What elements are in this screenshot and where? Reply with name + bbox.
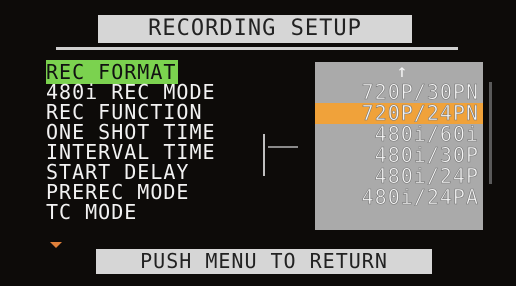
menu-separator: [263, 134, 265, 176]
menu-item-prerec-mode[interactable]: PREREC MODE: [46, 182, 286, 202]
option-480i-24pa[interactable]: 480i/24PA: [315, 186, 483, 208]
menu-item-rec-format[interactable]: REC FORMAT: [46, 60, 286, 84]
option-scrollbar[interactable]: [489, 82, 492, 184]
menu-item-interval-time[interactable]: INTERVAL TIME: [46, 142, 286, 162]
option-720p-30pn[interactable]: 720P/30PN: [315, 81, 483, 103]
menu-item-start-delay[interactable]: START DELAY: [46, 162, 286, 182]
menu-title: RECORDING SETUP: [98, 15, 412, 43]
camera-menu-screen: RECORDING SETUP REC FORMAT 480i REC MODE…: [0, 0, 516, 286]
scroll-up-icon[interactable]: ↑: [392, 62, 412, 82]
scroll-down-icon[interactable]: [50, 242, 62, 248]
option-480i-24p[interactable]: 480i/24P: [315, 165, 483, 187]
menu-connector: [268, 146, 298, 148]
option-list: 720P/30PN 720P/24PN 480i/60i 480i/30P 48…: [315, 81, 483, 208]
title-divider: [56, 47, 458, 50]
menu-item-tc-mode[interactable]: TC MODE: [46, 202, 286, 222]
option-480i-30p[interactable]: 480i/30P: [315, 144, 483, 166]
menu-list: REC FORMAT 480i REC MODE REC FUNCTION ON…: [46, 60, 286, 222]
menu-item-one-shot-time[interactable]: ONE SHOT TIME: [46, 122, 286, 142]
menu-item-rec-function[interactable]: REC FUNCTION: [46, 102, 286, 122]
option-480i-60i[interactable]: 480i/60i: [315, 123, 483, 145]
menu-item-480i-rec-mode[interactable]: 480i REC MODE: [46, 82, 286, 102]
option-720p-24pn[interactable]: 720P/24PN: [315, 102, 483, 124]
footer-hint: PUSH MENU TO RETURN: [96, 249, 432, 274]
